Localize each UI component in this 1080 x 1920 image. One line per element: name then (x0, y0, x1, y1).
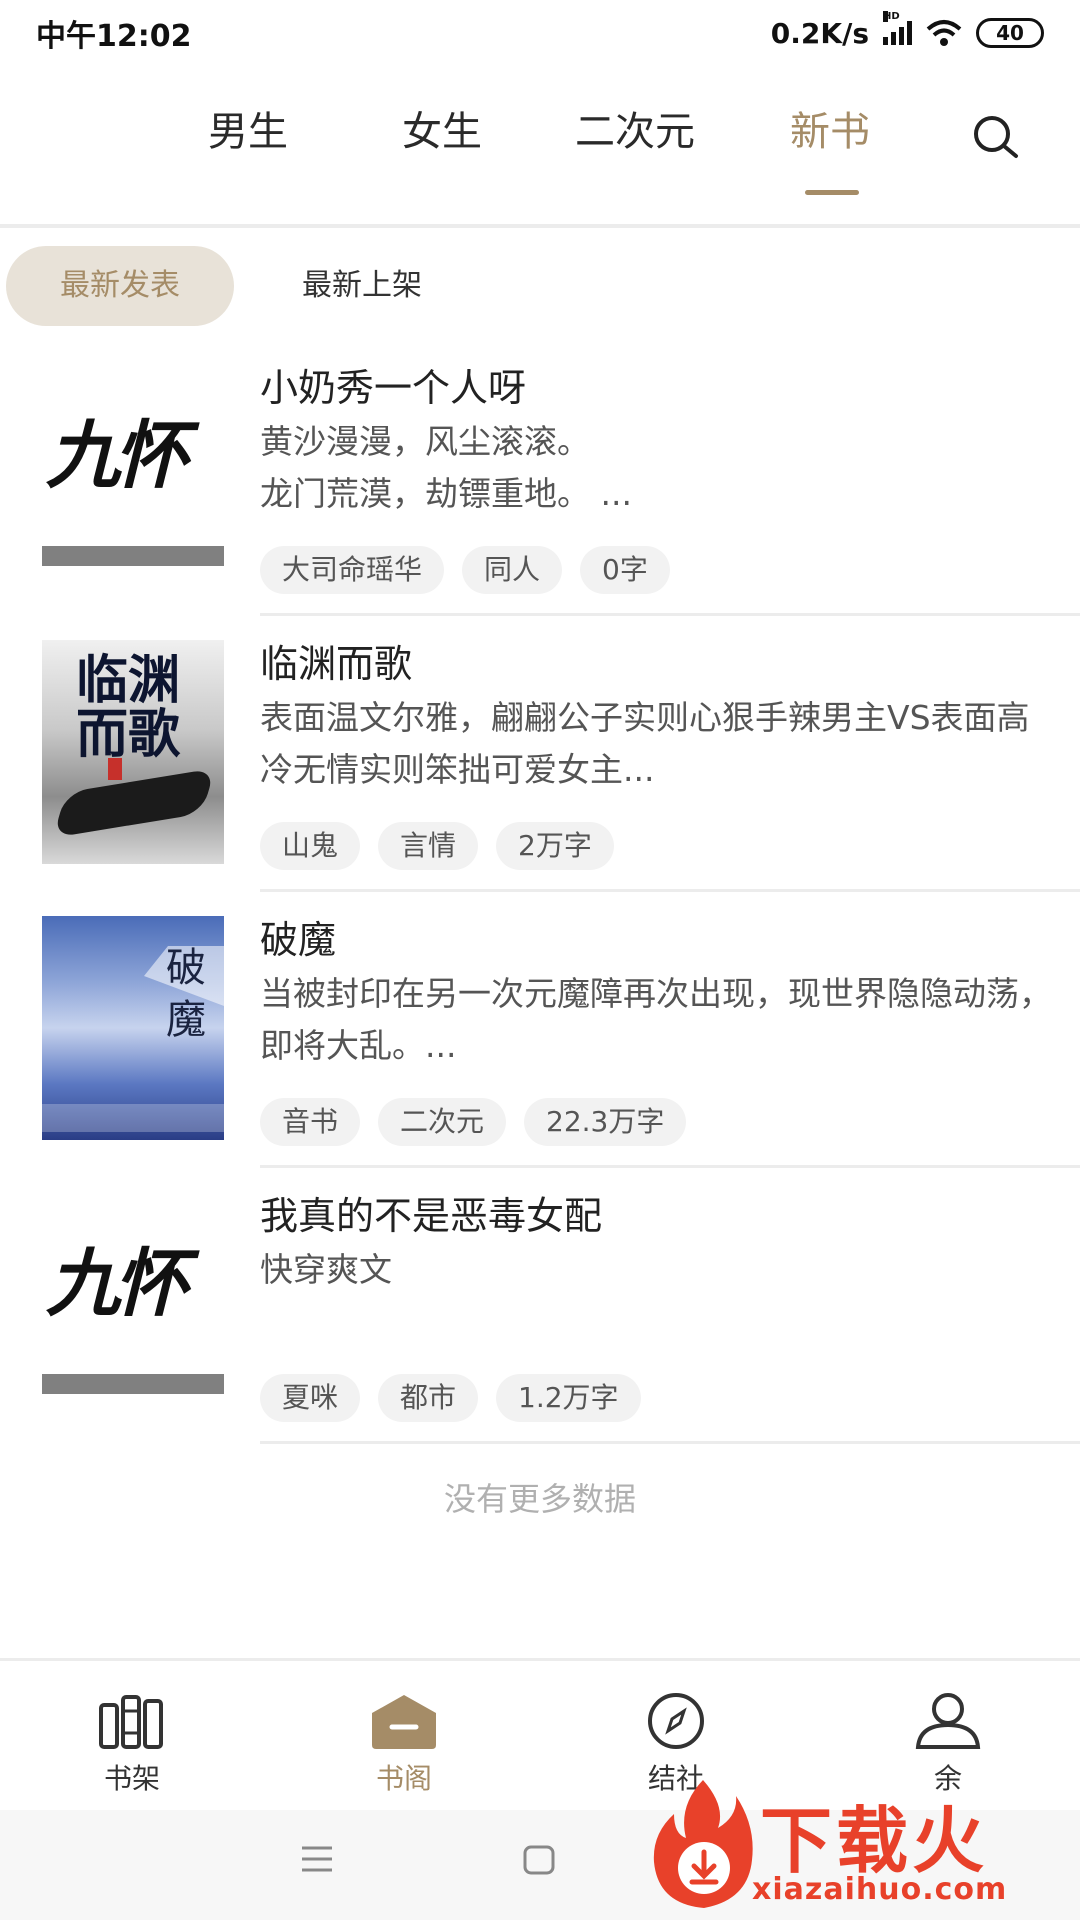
book-title[interactable]: 临渊而歌 (260, 636, 1060, 692)
genre-tag[interactable]: 同人 (462, 546, 563, 594)
word-count-tag: 0字 (580, 546, 670, 594)
home-icon[interactable] (522, 1844, 556, 1876)
author-tag[interactable]: 大司命瑶华 (260, 546, 445, 594)
word-count-tag: 22.3万字 (524, 1098, 687, 1146)
cover-strip (42, 1104, 224, 1132)
book-pavilion-icon (372, 1695, 436, 1749)
cover-bar (42, 546, 224, 566)
profile-icon (915, 1693, 981, 1749)
book-info: 我真的不是恶毒女配 快穿爽文 夏咪 都市 1.2万字 (260, 1188, 1060, 1422)
cover-calligraphy: 九怀 (46, 1241, 188, 1327)
header-divider (0, 224, 1080, 228)
item-divider (260, 1441, 1080, 1444)
book-description: 黄沙漫漫，风尘滚滚。 龙门荒漠，劫镖重地。 ... (260, 422, 632, 513)
genre-tag[interactable]: 都市 (378, 1374, 479, 1422)
no-more-data-text: 没有更多数据 (443, 1480, 636, 1518)
word-count-tag: 2万字 (496, 822, 614, 870)
battery-icon: 40 (976, 18, 1044, 48)
genre-tag[interactable]: 二次元 (378, 1098, 507, 1146)
author-tag[interactable]: 山鬼 (260, 822, 361, 870)
book-tags: 山鬼 言情 2万字 (260, 822, 614, 870)
network-speed: 0.2K/s (770, 16, 869, 50)
status-bar: 中午12:02 0.2K/s HD 40 (0, 0, 1080, 66)
category-tabs: 男生 女生 二次元 新书 (0, 92, 1080, 202)
book-cover[interactable]: 临渊而歌 (42, 640, 224, 864)
book-item[interactable]: 破魔 破魔 当被封印在另一次元魔障再次出现，现世界隐隐动荡，即将大乱。... 音… (0, 892, 1080, 1168)
book-item[interactable]: 九怀 我真的不是恶毒女配 快穿爽文 夏咪 都市 1.2万字 (0, 1168, 1080, 1444)
status-time: 中午12:02 (36, 19, 192, 54)
tab-girls[interactable]: 女生 (392, 92, 492, 172)
book-list: 九怀 小奶秀一个人呀 黄沙漫漫，风尘滚滚。 龙门荒漠，劫镖重地。 ... 大司命… (0, 340, 1080, 1444)
book-description: 当被封印在另一次元魔障再次出现，现世界隐隐动荡，即将大乱。... (260, 974, 1052, 1065)
book-cover[interactable]: 九怀 (42, 1192, 224, 1416)
book-cover[interactable]: 破魔 (42, 916, 224, 1140)
watermark-url: xiazaihuo.com (752, 1872, 1008, 1907)
wifi-icon (926, 20, 962, 46)
book-tags: 音书 二次元 22.3万字 (260, 1098, 687, 1146)
author-tag[interactable]: 音书 (260, 1098, 361, 1146)
word-count-tag: 1.2万字 (496, 1374, 641, 1422)
book-info: 小奶秀一个人呀 黄沙漫漫，风尘滚滚。 龙门荒漠，劫镖重地。 ... 大司命瑶华 … (260, 360, 1060, 594)
subtab-latest-published[interactable]: 最新发表 (6, 246, 234, 326)
cover-calligraphy: 九怀 (46, 413, 188, 499)
tab-anime[interactable]: 二次元 (560, 92, 710, 172)
book-tags: 夏咪 都市 1.2万字 (260, 1374, 641, 1422)
nav-label: 书架 (103, 1762, 160, 1795)
book-title[interactable]: 破魔 (260, 912, 1060, 968)
compass-icon (648, 1693, 704, 1749)
signal-icon: HD (883, 11, 912, 45)
book-item[interactable]: 临渊而歌 临渊而歌 表面温文尔雅，翩翩公子实则心狠手辣男主VS表面高冷无情实则笨… (0, 616, 1080, 892)
menu-icon[interactable] (300, 1844, 334, 1874)
cover-title-art: 临渊而歌 (76, 650, 181, 765)
book-title[interactable]: 我真的不是恶毒女配 (260, 1188, 1060, 1244)
book-tags: 大司命瑶华 同人 0字 (260, 546, 670, 594)
book-info: 破魔 当被封印在另一次元魔障再次出现，现世界隐隐动荡，即将大乱。... 音书 二… (260, 912, 1060, 1146)
status-indicators: 0.2K/s HD 40 (770, 11, 1044, 50)
nav-book-pavilion[interactable]: 书阁 (334, 1691, 474, 1797)
tab-new-books[interactable]: 新书 (780, 92, 880, 172)
book-item[interactable]: 九怀 小奶秀一个人呀 黄沙漫漫，风尘滚滚。 龙门荒漠，劫镖重地。 ... 大司命… (0, 340, 1080, 616)
nav-bookshelf[interactable]: 书架 (62, 1691, 202, 1797)
cover-ink-stroke (52, 768, 216, 838)
cover-title-art: 破魔 (166, 945, 206, 1043)
flame-logo-icon (653, 1780, 753, 1908)
search-icon[interactable] (968, 110, 1024, 166)
genre-tag[interactable]: 言情 (378, 822, 479, 870)
cover-seal (108, 758, 122, 780)
hd-badge: HD (883, 11, 900, 22)
book-description: 快穿爽文 (260, 1250, 392, 1289)
author-tag[interactable]: 夏咪 (260, 1374, 361, 1422)
site-watermark: 下载火 xiazaihuo.com (636, 1772, 1080, 1920)
battery-level: 40 (996, 21, 1024, 45)
nav-label: 书阁 (375, 1762, 432, 1795)
subtab-latest-listed[interactable]: 最新上架 (262, 246, 462, 326)
book-cover[interactable]: 九怀 (42, 364, 224, 588)
bookshelf-icon (99, 1695, 163, 1749)
book-info: 临渊而歌 表面温文尔雅，翩翩公子实则心狠手辣男主VS表面高冷无情实则笨拙可爱女主… (260, 636, 1060, 870)
sort-tabs: 最新发表 最新上架 (0, 246, 1080, 330)
tab-boys[interactable]: 男生 (198, 92, 298, 172)
book-title[interactable]: 小奶秀一个人呀 (260, 360, 1060, 416)
book-description: 表面温文尔雅，翩翩公子实则心狠手辣男主VS表面高冷无情实则笨拙可爱女主... (260, 698, 1030, 789)
cover-bar (42, 1374, 224, 1394)
active-tab-indicator (805, 190, 859, 195)
